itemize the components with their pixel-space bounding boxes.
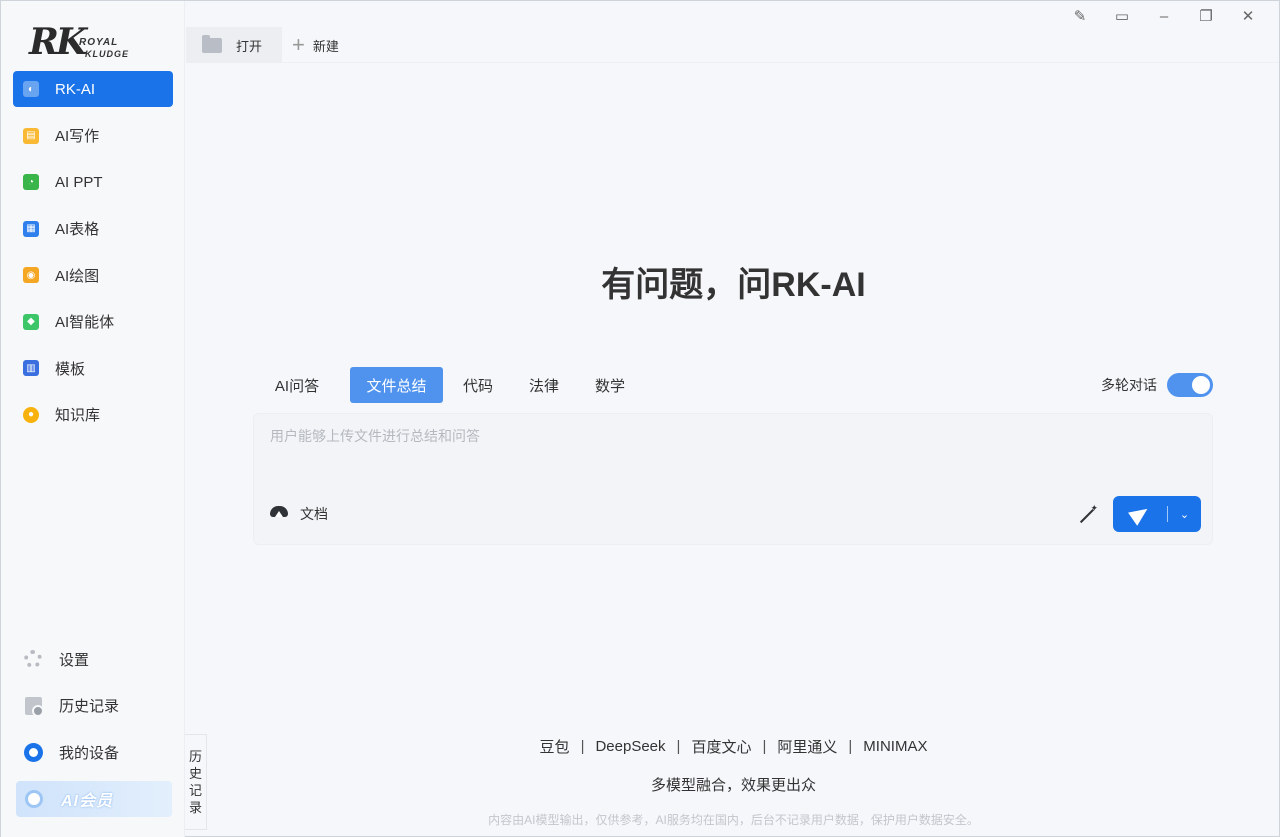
multi-turn-toggle[interactable] (1167, 373, 1213, 397)
ai-ppt-icon: ◔ (23, 174, 39, 190)
sidebar-item-label: 模板 (55, 360, 86, 378)
close-icon[interactable]: ✕ (1227, 1, 1269, 31)
settings-label: 设置 (59, 651, 90, 669)
ai-member-button[interactable]: AI会员 (16, 781, 172, 817)
model-name: 豆包 (539, 739, 570, 756)
settings-button[interactable]: 设置 (13, 641, 173, 677)
folder-icon (202, 34, 222, 53)
logo-mark: RK (29, 21, 87, 63)
restore-icon[interactable]: ❐ (1185, 1, 1227, 31)
upload-document-button[interactable]: 文档 (270, 504, 328, 524)
ai-writing-icon: ▤ (23, 127, 39, 144)
separator: | (848, 738, 853, 755)
sidebar-item-template[interactable]: ▥ 模板 (13, 350, 173, 386)
logo-line2: KLUDGE (85, 49, 129, 59)
sidebar: RK ROYAL KLUDGE ◐ RK-AI ▤ AI写作 ◔ AI PPT … (1, 1, 185, 837)
toggle-knob (1192, 376, 1210, 394)
input-card: 文档 ⌄ (253, 413, 1213, 545)
my-devices-button[interactable]: 我的设备 (13, 734, 173, 770)
model-name: MINIMAX (863, 738, 928, 755)
member-label: AI会员 (61, 793, 114, 810)
sidebar-bottom-nav: 设置 历史记录 我的设备 (13, 641, 173, 781)
doc-label: 文档 (300, 506, 328, 522)
slogan: 多模型融合，效果更出众 (650, 777, 816, 794)
history-button[interactable]: 历史记录 (13, 688, 173, 724)
rk-ai-icon: ◐ (23, 81, 39, 97)
my-devices-label: 我的设备 (59, 744, 120, 762)
rk-royal-kludge-logo: RK ROYAL KLUDGE (29, 19, 149, 65)
separator: | (676, 738, 681, 755)
sidebar-item-rk-ai[interactable]: ◐ RK-AI (13, 71, 173, 107)
sidebar-item-knowledge-base[interactable]: ● 知识库 (13, 397, 173, 433)
tab-law[interactable]: 法律 (516, 367, 572, 403)
history-icon (23, 696, 44, 717)
top-bar: 打开 + 新建 ✎ ▭ – ❐ ✕ (186, 1, 1279, 63)
send-button[interactable]: ⌄ (1113, 496, 1201, 532)
window-controls: ✎ ▭ – ❐ ✕ (1059, 1, 1269, 31)
sidebar-item-ai-ppt[interactable]: ◔ AI PPT (13, 164, 173, 200)
plus-icon: + (292, 32, 305, 57)
history-label: 历史记录 (59, 698, 120, 715)
template-icon: ▥ (23, 360, 39, 376)
new-label: 新建 (312, 38, 339, 54)
edit-icon[interactable]: ✎ (1059, 1, 1101, 31)
multi-turn-label: 多轮对话 (1101, 377, 1157, 393)
page-title: 有问题，问RK-AI (601, 266, 866, 304)
sidebar-item-ai-agent[interactable]: ◆ AI智能体 (13, 304, 173, 340)
model-name: DeepSeek (595, 738, 666, 755)
sidebar-item-label: RK-AI (55, 80, 96, 98)
ai-drawing-icon: ◉ (23, 267, 39, 283)
sidebar-item-label: AI PPT (55, 173, 103, 191)
sidebar-item-ai-writing[interactable]: ▤ AI写作 (13, 118, 173, 154)
sidebar-nav: ◐ RK-AI ▤ AI写作 ◔ AI PPT ▦ AI表格 ◉ AI绘图 ◆ … (13, 71, 173, 443)
separator: | (762, 738, 767, 755)
send-icon (1113, 502, 1167, 526)
cloud-upload-icon (270, 506, 288, 522)
knowledge-base-icon: ● (23, 406, 39, 423)
sidebar-item-ai-drawing[interactable]: ◉ AI绘图 (13, 257, 173, 293)
sidebar-item-label: AI表格 (55, 221, 100, 238)
model-name: 百度文心 (691, 739, 752, 756)
gear-icon (23, 649, 43, 669)
magic-wand-icon[interactable] (1076, 503, 1098, 526)
logo-line1: ROYAL (79, 37, 119, 48)
sidebar-item-label: AI写作 (55, 128, 100, 145)
model-name: 阿里通义 (777, 739, 838, 756)
chevron-down-icon[interactable]: ⌄ (1168, 508, 1201, 521)
multi-turn-setting: 多轮对话 (1101, 367, 1213, 403)
separator: | (580, 738, 585, 755)
disclaimer: 内容由AI模型输出，仅供参考，AI服务均在国内，后台不记录用户数据，保护用户数据… (488, 813, 979, 827)
sidebar-item-label: AI智能体 (55, 314, 115, 331)
sidebar-item-ai-table[interactable]: ▦ AI表格 (13, 211, 173, 247)
ai-agent-icon: ◆ (23, 313, 39, 330)
tab-ai-qa[interactable]: AI问答 (258, 367, 336, 403)
member-icon (25, 790, 43, 808)
sidebar-item-label: AI绘图 (55, 267, 100, 285)
device-icon (23, 742, 43, 762)
tab-file-summary[interactable]: 文件总结 (350, 367, 443, 403)
feedback-icon[interactable]: ▭ (1101, 1, 1143, 31)
new-button[interactable]: + 新建 (292, 27, 339, 63)
tab-math[interactable]: 数学 (582, 367, 638, 403)
ai-table-icon: ▦ (23, 220, 39, 237)
sidebar-item-label: 知识库 (55, 407, 101, 424)
minimize-icon[interactable]: – (1143, 1, 1185, 31)
open-button[interactable]: 打开 (186, 27, 282, 63)
tab-code[interactable]: 代码 (450, 367, 506, 403)
open-label: 打开 (236, 38, 263, 54)
mode-tabs: AI问答 文件总结 代码 法律 数学 多轮对话 (258, 367, 1213, 403)
question-input[interactable] (270, 428, 1170, 444)
model-list: 豆包 | DeepSeek | 百度文心 | 阿里通义 | MINIMAX (186, 736, 1280, 757)
